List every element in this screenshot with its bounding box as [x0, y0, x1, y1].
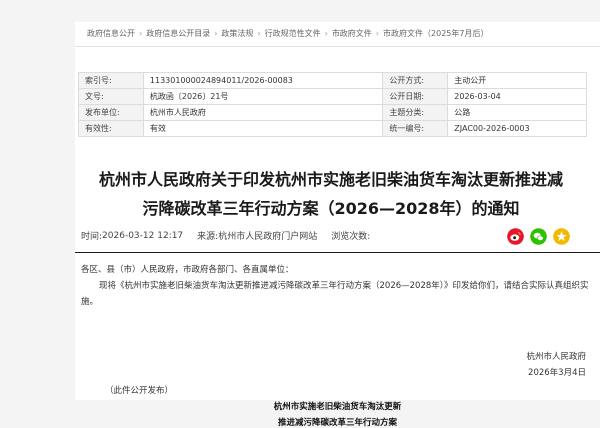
validity-value: 有效 [142, 120, 384, 137]
breadcrumb-divider [75, 46, 600, 47]
article-info-bar: 时间: 2026-03-12 12:17 来源: 杭州市人民政府门户网站 浏览次… [81, 229, 371, 243]
share-buttons [507, 228, 570, 245]
index-value: 113301000024894011/2026-00083 [142, 72, 384, 89]
disclosure-method-value: 主动公开 [447, 72, 587, 89]
page-title: 杭州市人民政府关于印发杭州市实施老旧柴油货车淘汰更新推进减 污降碳改革三年行动方… [75, 165, 587, 223]
unified-number-value: ZJAC00-2026-0003 [447, 120, 587, 137]
publication-note: （此件公开发布） [105, 386, 174, 396]
breadcrumb-separator: › [375, 29, 380, 38]
wechat-icon[interactable] [530, 228, 547, 245]
breadcrumb-item-3[interactable]: 行政规范性文件 [265, 28, 321, 39]
breadcrumb-item-2[interactable]: 政策法规 [221, 28, 253, 39]
signature-org: 杭州市人民政府 [526, 352, 586, 362]
disclosure-method-label: 公开方式: [382, 72, 449, 89]
signature-block: 杭州市人民政府 2026年3月4日 [526, 349, 586, 381]
publish-date-label: 公开日期: [382, 88, 449, 105]
time-label: 时间: [81, 232, 103, 242]
breadcrumb-separator: › [324, 29, 328, 38]
doc-number-label: 文号: [78, 88, 144, 105]
attachment-title-line-2: 推进减污降碳改革三年行动方案 [277, 418, 397, 428]
doc-number-value: 杭政函〔2026〕21号 [142, 88, 384, 105]
table-row: 索引号: 113301000024894011/2026-00083 公开方式:… [78, 72, 587, 89]
issuer-label: 发布单位: [78, 104, 144, 121]
breadcrumb-item-4[interactable]: 市政府文件 [332, 28, 372, 39]
subject-label: 主题分类: [382, 104, 449, 121]
breadcrumb-item-0[interactable]: 政府信息公开 [87, 28, 135, 39]
breadcrumb-item-1[interactable]: 政府信息公开目录 [146, 28, 210, 39]
article-page: 政府信息公开 › 政府信息公开目录 › 政策法规 › 行政规范性文件 › 市政府… [75, 22, 600, 428]
breadcrumb-item-5[interactable]: 市政府文件（2025年7月后） [383, 28, 488, 39]
title-divider [75, 252, 600, 253]
unified-number-label: 统一编号: [382, 120, 449, 137]
breadcrumb: 政府信息公开 › 政府信息公开目录 › 政策法规 › 行政规范性文件 › 市政府… [87, 28, 488, 39]
salutation: 各区、县（市）人民政府，市政府各部门、各直属单位： [81, 265, 294, 275]
table-row: 有效性: 有效 统一编号: ZJAC00-2026-0003 [78, 120, 587, 137]
issuer-value: 杭州市人民政府 [142, 104, 384, 121]
subject-value: 公路 [447, 104, 587, 121]
source-value: 杭州市人民政府门户网站 [218, 232, 318, 242]
qzone-icon[interactable] [553, 228, 570, 245]
table-row: 发布单位: 杭州市人民政府 主题分类: 公路 [78, 104, 587, 121]
article-body: 各区、县（市）人民政府，市政府各部门、各直属单位： 现将《杭州市实施老旧柴油货车… [81, 262, 591, 310]
validity-label: 有效性: [78, 120, 144, 137]
attachment-title-line-1: 杭州市实施老旧柴油货车淘汰更新 [273, 402, 402, 412]
breadcrumb-separator: › [257, 29, 261, 38]
publish-date-value: 2026-03-04 [447, 88, 587, 105]
breadcrumb-separator: › [214, 29, 218, 38]
document-meta-table: 索引号: 113301000024894011/2026-00083 公开方式:… [78, 72, 587, 137]
page-title-line-2: 污降碳改革三年行动方案（2026—2028年）的通知 [142, 199, 520, 218]
source-label: 来源: [197, 232, 219, 242]
weibo-icon[interactable] [507, 228, 524, 245]
page-title-line-1: 杭州市人民政府关于印发杭州市实施老旧柴油货车淘汰更新推进减 [98, 170, 563, 189]
body-paragraph: 现将《杭州市实施老旧柴油货车淘汰更新推进减污降碳改革三年行动方案（2026—20… [81, 281, 589, 307]
table-row: 文号: 杭政函〔2026〕21号 公开日期: 2026-03-04 [78, 88, 587, 105]
breadcrumb-separator: › [139, 29, 143, 38]
time-value: 2026-03-12 12:17 [102, 230, 184, 241]
index-label: 索引号: [78, 72, 144, 89]
views-label: 浏览次数: [331, 232, 371, 242]
signature-date: 2026年3月4日 [528, 368, 586, 378]
